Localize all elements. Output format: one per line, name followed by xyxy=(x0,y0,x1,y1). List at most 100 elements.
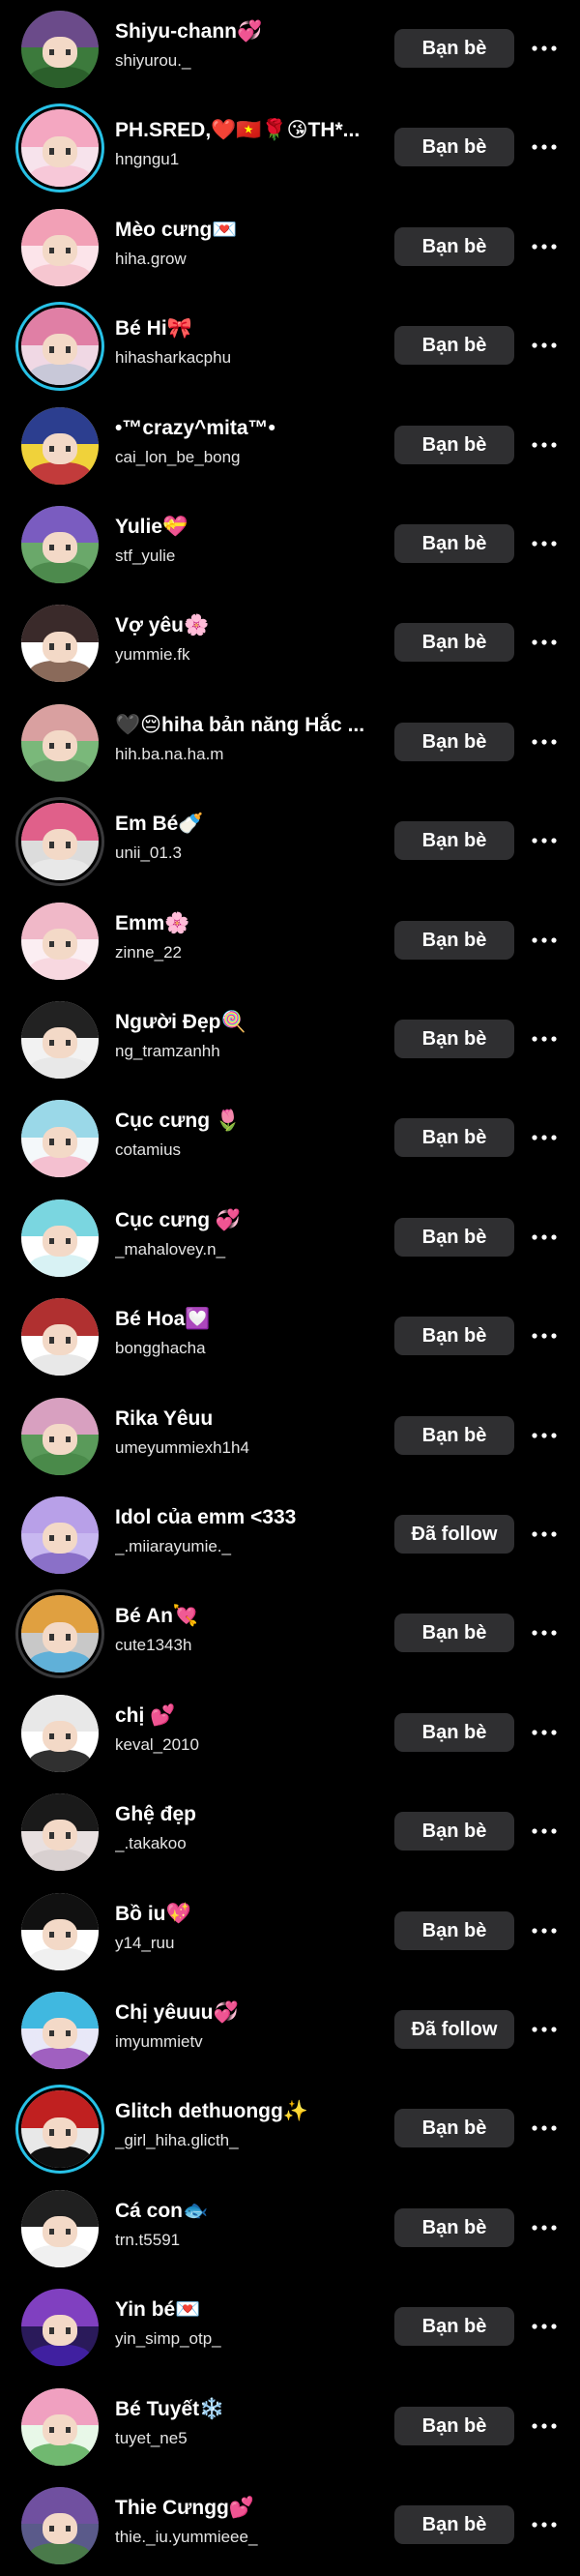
friends-button[interactable]: Bạn bè xyxy=(394,524,514,563)
avatar[interactable] xyxy=(21,803,99,881)
friends-button[interactable]: Bạn bè xyxy=(394,920,514,960)
more-options-button[interactable] xyxy=(528,233,561,260)
friends-button[interactable]: Bạn bè xyxy=(394,29,514,68)
display-name[interactable]: Glitch dethuongg✨ xyxy=(115,2099,368,2124)
friends-button[interactable]: Bạn bè xyxy=(394,1118,514,1158)
more-options-button[interactable] xyxy=(528,1124,561,1151)
friend-row[interactable]: Yin bé💌 yin_simp_otp_ Bạn bè xyxy=(0,2278,580,2377)
username[interactable]: cute1343h xyxy=(115,1635,368,1656)
more-options-button[interactable] xyxy=(528,1322,561,1349)
avatar[interactable] xyxy=(21,1992,99,2069)
friend-row[interactable]: chị 💕 keval_2010 Bạn bè xyxy=(0,1684,580,1783)
more-options-button[interactable] xyxy=(528,1818,561,1845)
username[interactable]: bongghacha xyxy=(115,1338,368,1359)
avatar[interactable] xyxy=(21,11,99,88)
more-options-button[interactable] xyxy=(528,431,561,459)
friends-button[interactable]: Bạn bè xyxy=(394,1614,514,1653)
username[interactable]: hngngu1 xyxy=(115,149,368,170)
more-options-button[interactable] xyxy=(528,629,561,656)
friends-button[interactable]: Bạn bè xyxy=(394,623,514,663)
following-button[interactable]: Đã follow xyxy=(394,2010,514,2049)
display-name[interactable]: 🖤😔hiha bản năng Hắc ... xyxy=(115,713,368,738)
avatar[interactable] xyxy=(21,902,99,980)
more-options-button[interactable] xyxy=(528,2413,561,2440)
friends-button[interactable]: Bạn bè xyxy=(394,722,514,761)
avatar[interactable] xyxy=(21,1595,99,1673)
avatar[interactable] xyxy=(21,1199,99,1277)
display-name[interactable]: chị 💕 xyxy=(115,1703,368,1729)
username[interactable]: _mahalovey.n_ xyxy=(115,1239,368,1260)
more-options-button[interactable] xyxy=(528,2511,561,2538)
username[interactable]: trn.t5591 xyxy=(115,2230,368,2251)
more-options-button[interactable] xyxy=(528,530,561,557)
friend-row[interactable]: Bé Hoa💟 bongghacha Bạn bè xyxy=(0,1288,580,1386)
username[interactable]: tuyet_ne5 xyxy=(115,2428,368,2449)
friend-row[interactable]: •™crazy^mita™• cai_lon_be_bong Bạn bè xyxy=(0,397,580,495)
friends-button[interactable]: Bạn bè xyxy=(394,1812,514,1851)
more-options-button[interactable] xyxy=(528,2016,561,2043)
friends-button[interactable]: Bạn bè xyxy=(394,1217,514,1257)
avatar[interactable] xyxy=(21,506,99,583)
more-options-button[interactable] xyxy=(528,1719,561,1746)
friend-row[interactable]: Idol của emm <333 _.miiarayumie._ Đã follo… xyxy=(0,1486,580,1584)
friends-button[interactable]: Bạn bè xyxy=(394,1020,514,1058)
username[interactable]: thie._iu.yummieee_ xyxy=(115,2527,368,2548)
friend-row[interactable]: Mèo cưng💌 hiha.grow Bạn bè xyxy=(0,198,580,297)
username[interactable]: stf_yulie xyxy=(115,546,368,567)
more-options-button[interactable] xyxy=(528,1224,561,1251)
avatar[interactable] xyxy=(21,1496,99,1574)
friends-button[interactable]: Bạn bè xyxy=(394,425,514,464)
avatar[interactable] xyxy=(21,109,99,188)
friends-button[interactable]: Bạn bè xyxy=(394,2406,514,2445)
friend-row[interactable]: Bé Tuyết❄️ tuyet_ne5 Bạn bè xyxy=(0,2378,580,2476)
display-name[interactable]: Yulie💝 xyxy=(115,515,368,540)
avatar[interactable] xyxy=(21,1100,99,1178)
more-options-button[interactable] xyxy=(528,35,561,62)
more-options-button[interactable] xyxy=(528,1422,561,1449)
friend-row[interactable]: Yulie💝 stf_yulie Bạn bè xyxy=(0,495,580,594)
display-name[interactable]: Cục cưng 🌷 xyxy=(115,1109,368,1134)
username[interactable]: zinne_22 xyxy=(115,942,368,963)
friend-row[interactable]: 🖤😔hiha bản năng Hắc ... hih.ba.na.ha.m Bạn… xyxy=(0,694,580,792)
friends-button[interactable]: Bạn bè xyxy=(394,226,514,266)
display-name[interactable]: Shiyu-chann💞 xyxy=(115,19,368,44)
friend-row[interactable]: Thie Cưngg💕 thie._iu.yummieee_ Bạn bè xyxy=(0,2476,580,2575)
friend-row[interactable]: Bé An💘 cute1343h Bạn bè xyxy=(0,1584,580,1683)
display-name[interactable]: •™crazy^mita™• xyxy=(115,416,368,441)
more-options-button[interactable] xyxy=(528,332,561,359)
username[interactable]: yummie.fk xyxy=(115,644,368,666)
display-name[interactable]: Bé Hi🎀 xyxy=(115,316,368,341)
friend-row[interactable]: Ghệ đẹp _.takakoo Bạn bè xyxy=(0,1783,580,1881)
display-name[interactable]: Yin bé💌 xyxy=(115,2297,368,2323)
display-name[interactable]: Bồ iu💖 xyxy=(115,1902,368,1927)
avatar[interactable] xyxy=(21,1892,99,1970)
username[interactable]: hih.ba.na.ha.m xyxy=(115,744,368,765)
username[interactable]: umeyummiexh1h4 xyxy=(115,1437,368,1459)
display-name[interactable]: Rika Yêuu xyxy=(115,1406,368,1432)
friend-row[interactable]: Cá con🐟 trn.t5591 Bạn bè xyxy=(0,2179,580,2278)
display-name[interactable]: Vợ yêu🌸 xyxy=(115,613,368,638)
avatar[interactable] xyxy=(21,1298,99,1377)
friends-button[interactable]: Bạn bè xyxy=(394,1317,514,1356)
avatar[interactable] xyxy=(21,406,99,485)
friend-row[interactable]: Người Đẹp🍭 ng_tramzanhh Bạn bè xyxy=(0,991,580,1089)
friend-row[interactable]: Em Bé🍼 unii_01.3 Bạn bè xyxy=(0,792,580,891)
friends-button[interactable]: Bạn bè xyxy=(394,1712,514,1752)
friend-row[interactable]: Glitch dethuongg✨ _girl_hiha.glicth_ Bạn b… xyxy=(0,2080,580,2178)
username[interactable]: yin_simp_otp_ xyxy=(115,2328,368,2350)
username[interactable]: imyummietv xyxy=(115,2031,368,2053)
display-name[interactable]: Cục cưng 💞 xyxy=(115,1208,368,1233)
friend-row[interactable]: PH.SRED,❤️🇻🇳🌹😘TH*... hngngu1 Bạn bè xyxy=(0,99,580,197)
display-name[interactable]: Người Đẹp🍭 xyxy=(115,1010,368,1035)
more-options-button[interactable] xyxy=(528,2115,561,2142)
display-name[interactable]: Bé Hoa💟 xyxy=(115,1307,368,1332)
display-name[interactable]: PH.SRED,❤️🇻🇳🌹😘TH*... xyxy=(115,118,368,143)
display-name[interactable]: Emm🌸 xyxy=(115,911,368,936)
avatar[interactable] xyxy=(21,1397,99,1475)
username[interactable]: unii_01.3 xyxy=(115,843,368,864)
friends-button[interactable]: Bạn bè xyxy=(394,2307,514,2347)
username[interactable]: _.miiarayumie._ xyxy=(115,1536,368,1557)
more-options-button[interactable] xyxy=(528,2313,561,2340)
avatar[interactable] xyxy=(21,2289,99,2367)
following-button[interactable]: Đã follow xyxy=(394,1515,514,1554)
